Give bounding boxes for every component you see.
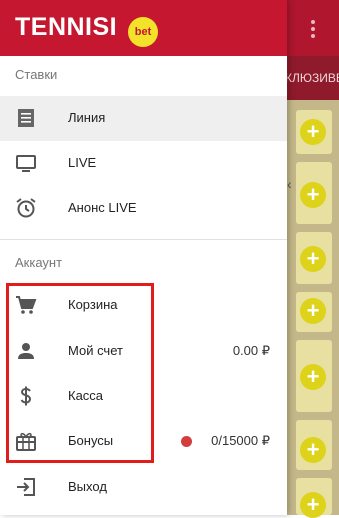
logout-icon [17, 478, 35, 496]
chevron-left-icon[interactable]: ‹ [287, 176, 292, 192]
bonus-progress: 0/15000 ₽ [211, 433, 270, 448]
add-icon[interactable]: + [300, 182, 326, 208]
menu-item-live-announce[interactable]: Анонс LIVE [0, 186, 287, 231]
add-icon[interactable]: + [300, 246, 326, 272]
receipt-icon [18, 109, 34, 127]
monitor-icon [16, 155, 36, 172]
section-title-stakes: Ставки [15, 67, 58, 82]
menu-item-line[interactable]: Линия [0, 96, 287, 141]
menu-item-live[interactable]: LIVE [0, 141, 287, 186]
navigation-drawer: TENNISI bet Ставки Линия LIVE Анонс LIVE [0, 0, 287, 515]
background-tab[interactable]: КЛЮЗИВЕ [287, 56, 339, 100]
logo-badge: bet [128, 17, 158, 47]
logo-text: TENNISI [15, 13, 118, 41]
add-icon[interactable]: + [300, 364, 326, 390]
more-options-icon[interactable] [311, 20, 315, 41]
add-icon[interactable]: + [300, 492, 326, 518]
add-icon[interactable]: + [300, 298, 326, 324]
add-icon[interactable]: + [300, 437, 326, 463]
alarm-clock-icon [16, 198, 36, 218]
menu-item-label: Анонс LIVE [68, 200, 137, 215]
status-dot [181, 436, 192, 447]
menu-item-label: Линия [68, 110, 106, 125]
menu-item-logout[interactable]: Выход [0, 465, 287, 510]
menu-item-label: LIVE [68, 155, 97, 170]
add-icon[interactable]: + [300, 119, 326, 145]
section-divider [0, 239, 287, 240]
menu-item-label: Выход [68, 479, 107, 494]
account-balance: 0.00 ₽ [232, 343, 270, 358]
highlight-box [6, 283, 154, 463]
drawer-header: TENNISI bet [0, 0, 287, 56]
section-title-account: Аккаунт [15, 255, 63, 270]
